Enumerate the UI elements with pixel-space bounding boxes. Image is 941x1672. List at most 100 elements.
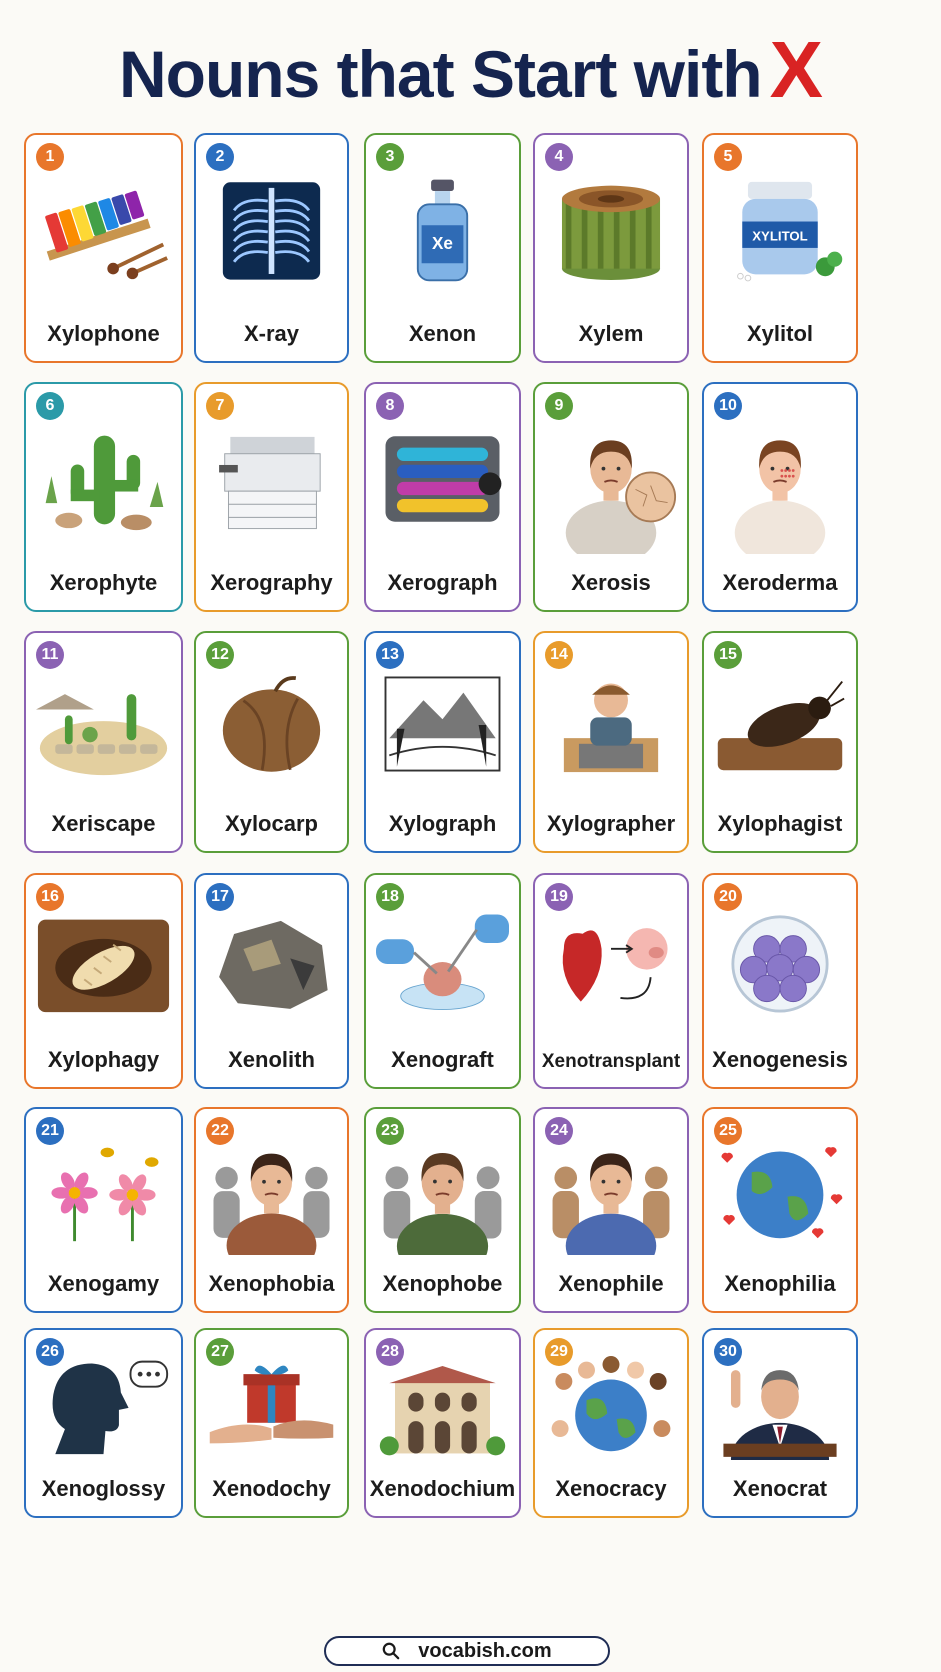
guesthouse-icon bbox=[376, 1350, 509, 1460]
card-number-badge: 14 bbox=[545, 641, 573, 669]
noun-card: 23 Xenophobe bbox=[364, 1107, 521, 1313]
noun-card: 8 Xerograph bbox=[364, 382, 521, 612]
noun-card: 4 Xylem bbox=[533, 133, 689, 363]
noun-card: Xe 3 Xenon bbox=[364, 133, 521, 363]
card-word: Xenophobe bbox=[382, 1271, 503, 1296]
xenon-bottle-icon: Xe bbox=[376, 155, 509, 305]
tissue-graft-icon bbox=[376, 895, 509, 1031]
card-word: Xenogamy bbox=[47, 1271, 160, 1296]
card-number-badge: 22 bbox=[206, 1117, 234, 1145]
card-number-badge: 29 bbox=[545, 1338, 573, 1366]
xylophone-icon bbox=[36, 155, 171, 305]
tree-stump-icon bbox=[545, 155, 677, 305]
card-number-badge: 6 bbox=[36, 392, 64, 420]
card-word: Xenocracy bbox=[555, 1476, 667, 1501]
card-word: Xerophyte bbox=[49, 570, 158, 595]
title-text: Nouns that Start with bbox=[118, 37, 763, 111]
card-word: Xylem bbox=[578, 321, 644, 346]
speaking-head-icon bbox=[36, 1350, 171, 1460]
card-word: Xenogenesis bbox=[712, 1047, 848, 1072]
skin-rash-profile-icon bbox=[714, 404, 846, 554]
card-number-badge: 5 bbox=[714, 143, 742, 171]
rock-icon bbox=[206, 895, 337, 1031]
noun-card: 15 Xylophagist bbox=[702, 631, 858, 853]
card-word: Xenophobia bbox=[208, 1271, 335, 1296]
card-word: Xeroderma bbox=[722, 570, 838, 595]
noun-card: 11 Xeriscape bbox=[24, 631, 183, 853]
card-number-badge: 25 bbox=[714, 1117, 742, 1145]
title-letter: X bbox=[769, 25, 823, 114]
card-word: Xenotransplant bbox=[541, 1051, 681, 1072]
card-number-badge: 7 bbox=[206, 392, 234, 420]
noun-card: 25 Xenophilia bbox=[702, 1107, 858, 1313]
card-word: Xylitol bbox=[746, 321, 813, 346]
svg-text:Xe: Xe bbox=[432, 234, 453, 253]
wary-man-icon bbox=[376, 1129, 509, 1255]
noun-card: 6 Xerophyte bbox=[24, 382, 183, 612]
x-ray-icon bbox=[206, 155, 337, 305]
dry-skin-face-icon bbox=[545, 404, 677, 554]
cell-cluster-icon bbox=[714, 895, 846, 1031]
noun-card: 27 Xenodochy bbox=[194, 1328, 349, 1518]
card-number-badge: 2 bbox=[206, 143, 234, 171]
noun-card: 16 Xylophagy bbox=[24, 873, 183, 1089]
card-word: Xerosis bbox=[571, 570, 651, 595]
card-number-badge: 30 bbox=[714, 1338, 742, 1366]
noun-card: 7 Xerography bbox=[194, 382, 349, 612]
card-number-badge: 24 bbox=[545, 1117, 573, 1145]
card-number-badge: 21 bbox=[36, 1117, 64, 1145]
noun-card: XYLITOL 5 Xylitol bbox=[702, 133, 858, 363]
card-number-badge: 17 bbox=[206, 883, 234, 911]
noun-card: 13 Xylograph bbox=[364, 631, 521, 853]
noun-card: 30 Xenocrat bbox=[702, 1328, 858, 1518]
card-number-badge: 13 bbox=[376, 641, 404, 669]
noun-card: 12 Xylocarp bbox=[194, 631, 349, 853]
noun-card: 10 Xeroderma bbox=[702, 382, 858, 612]
card-word: Xeriscape bbox=[51, 811, 156, 836]
card-word: Xenophile bbox=[558, 1271, 664, 1296]
globe-people-icon bbox=[545, 1350, 677, 1460]
printer-drum-icon bbox=[376, 404, 509, 554]
cactus-icon bbox=[36, 404, 171, 554]
noun-card: 9 Xerosis bbox=[533, 382, 689, 612]
card-word: Xenodochium bbox=[369, 1476, 516, 1501]
card-number-badge: 15 bbox=[714, 641, 742, 669]
desert-garden-icon bbox=[36, 653, 171, 795]
noun-card: 22 Xenophobia bbox=[194, 1107, 349, 1313]
photocopier-icon bbox=[206, 404, 337, 554]
flower-bees-icon bbox=[36, 1129, 171, 1255]
card-number-badge: 11 bbox=[36, 641, 64, 669]
card-word: Xylograph bbox=[388, 811, 497, 836]
card-number-badge: 9 bbox=[545, 392, 573, 420]
wood-engraver-icon bbox=[545, 653, 677, 795]
globe-hearts-icon bbox=[714, 1129, 846, 1255]
website-url: vocabish.com bbox=[418, 1639, 552, 1662]
card-number-badge: 8 bbox=[376, 392, 404, 420]
card-number-badge: 18 bbox=[376, 883, 404, 911]
noun-card: 14 Xylographer bbox=[533, 631, 689, 853]
card-number-badge: 16 bbox=[36, 883, 64, 911]
noun-card: 20 Xenogenesis bbox=[702, 873, 858, 1089]
card-word: Xenodochy bbox=[212, 1476, 331, 1501]
wood-larva-icon bbox=[36, 895, 171, 1031]
card-number-badge: 20 bbox=[714, 883, 742, 911]
card-word: Xylographer bbox=[546, 811, 676, 836]
website-link[interactable]: vocabish.com bbox=[324, 1636, 610, 1666]
noun-card: 29 Xenocracy bbox=[533, 1328, 689, 1518]
noun-card: 28 Xenodochium bbox=[364, 1328, 521, 1518]
svg-text:XYLITOL: XYLITOL bbox=[752, 228, 807, 243]
xylitol-jar-icon: XYLITOL bbox=[714, 155, 846, 305]
card-word: Xenolith bbox=[228, 1047, 315, 1072]
search-icon bbox=[382, 1642, 400, 1660]
welcoming-woman-icon bbox=[545, 1129, 677, 1255]
card-word: Xenon bbox=[408, 321, 477, 346]
card-number-badge: 1 bbox=[36, 143, 64, 171]
card-number-badge: 19 bbox=[545, 883, 573, 911]
card-word: Xylophone bbox=[47, 321, 160, 346]
anxious-woman-icon bbox=[206, 1129, 337, 1255]
card-word: Xenocrat bbox=[732, 1476, 828, 1501]
card-word: Xenoglossy bbox=[41, 1476, 166, 1501]
card-word: Xerograph bbox=[387, 570, 498, 595]
noun-card: 17 Xenolith bbox=[194, 873, 349, 1089]
noun-card: 18 Xenograft bbox=[364, 873, 521, 1089]
